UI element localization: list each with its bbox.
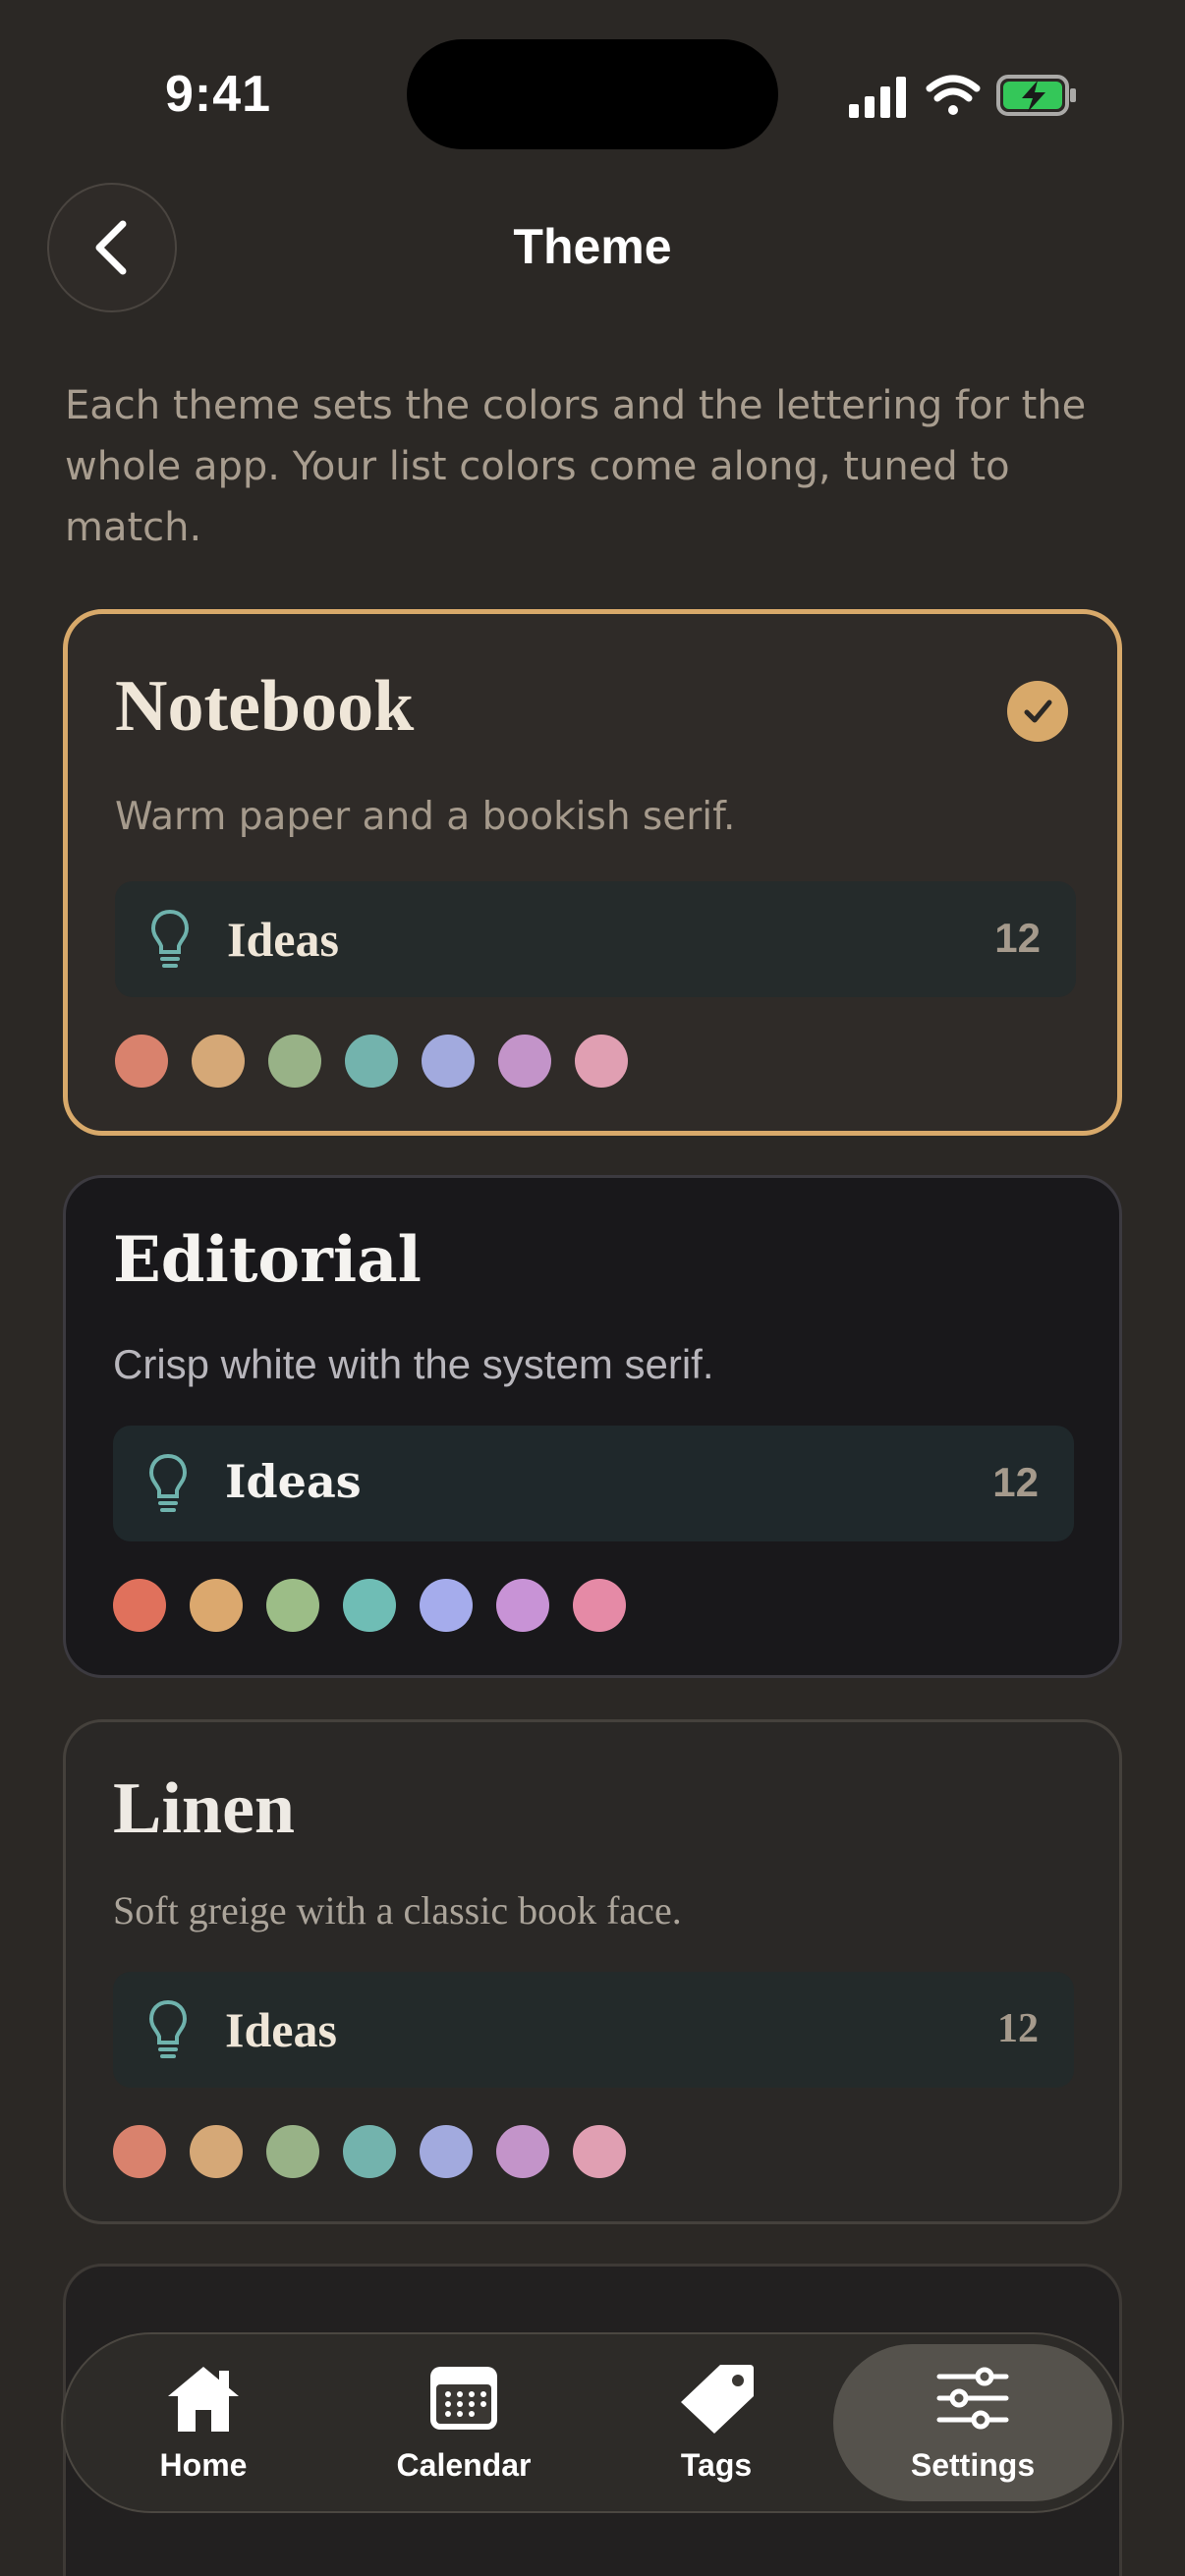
preview-list-row: Ideas 12 xyxy=(113,1426,1074,1541)
theme-description: Soft greige with a classic book face. xyxy=(113,1888,682,1932)
theme-card-editorial[interactable]: Editorial Crisp white with the system se… xyxy=(63,1175,1122,1678)
signal-icon xyxy=(849,77,906,118)
selected-check-icon xyxy=(1007,681,1068,742)
preview-list-count: 12 xyxy=(994,915,1041,961)
color-swatch xyxy=(496,1579,549,1632)
status-bar: 9:41 xyxy=(0,0,1185,177)
preview-list-label: Ideas xyxy=(225,1455,362,1508)
sliders-icon xyxy=(936,2367,1009,2429)
theme-name: Linen xyxy=(113,1768,296,1849)
dynamic-island xyxy=(407,39,778,149)
color-swatch xyxy=(192,1035,245,1088)
color-swatch xyxy=(575,1035,628,1088)
tab-home[interactable]: Home xyxy=(100,2334,307,2511)
theme-name: Notebook xyxy=(115,666,415,747)
color-swatch xyxy=(266,1579,319,1632)
tab-label: Settings xyxy=(910,2446,1036,2483)
tag-icon xyxy=(681,2364,754,2434)
color-swatch xyxy=(573,1579,626,1632)
theme-card-notebook[interactable]: Notebook Warm paper and a bookish serif.… xyxy=(63,609,1122,1136)
color-swatches xyxy=(113,2125,626,2178)
color-swatch xyxy=(343,1579,396,1632)
color-swatch xyxy=(115,1035,168,1088)
color-swatch xyxy=(343,2125,396,2178)
tab-label: Calendar xyxy=(396,2446,532,2483)
wifi-icon xyxy=(926,75,981,115)
tab-label: Home xyxy=(159,2446,248,2483)
status-time: 9:41 xyxy=(165,66,272,123)
color-swatch xyxy=(268,1035,321,1088)
lightbulb-icon xyxy=(148,1453,188,1512)
battery-charging-icon xyxy=(996,75,1076,116)
color-swatches xyxy=(115,1035,628,1088)
color-swatch xyxy=(420,1579,473,1632)
tab-bar: Home Calendar Tags Settings xyxy=(61,2332,1124,2513)
tab-settings[interactable]: Settings xyxy=(833,2344,1112,2501)
color-swatch xyxy=(345,1035,398,1088)
theme-name: Editorial xyxy=(113,1223,422,1297)
page-title: Theme xyxy=(513,219,672,274)
theme-description: Crisp white with the system serif. xyxy=(113,1341,714,1387)
color-swatch xyxy=(266,2125,319,2178)
calendar-icon xyxy=(430,2366,497,2430)
preview-list-label: Ideas xyxy=(227,912,339,967)
color-swatch xyxy=(498,1035,551,1088)
color-swatch xyxy=(113,2125,166,2178)
color-swatch xyxy=(496,2125,549,2178)
intro-text: Each theme sets the colors and the lette… xyxy=(65,383,1087,550)
house-icon xyxy=(168,2366,239,2432)
preview-list-count: 12 xyxy=(997,2006,1039,2051)
preview-list-count: 12 xyxy=(992,1459,1039,1505)
theme-card-linen[interactable]: Linen Soft greige with a classic book fa… xyxy=(63,1719,1122,2224)
lightbulb-icon xyxy=(148,1999,188,2058)
color-swatch xyxy=(420,2125,473,2178)
tab-tags[interactable]: Tags xyxy=(613,2334,819,2511)
preview-list-label: Ideas xyxy=(225,2002,337,2057)
color-swatch xyxy=(422,1035,475,1088)
color-swatch xyxy=(190,1579,243,1632)
preview-list-row: Ideas 12 xyxy=(115,881,1076,997)
color-swatch xyxy=(190,2125,243,2178)
tab-label: Tags xyxy=(680,2446,753,2483)
lightbulb-icon xyxy=(150,909,190,968)
preview-list-row: Ideas 12 xyxy=(113,1972,1074,2088)
color-swatch xyxy=(113,1579,166,1632)
color-swatch xyxy=(573,2125,626,2178)
theme-description: Warm paper and a bookish serif. xyxy=(115,795,736,839)
status-icons xyxy=(849,75,1076,118)
tab-calendar[interactable]: Calendar xyxy=(346,2334,582,2511)
color-swatches xyxy=(113,1579,626,1632)
